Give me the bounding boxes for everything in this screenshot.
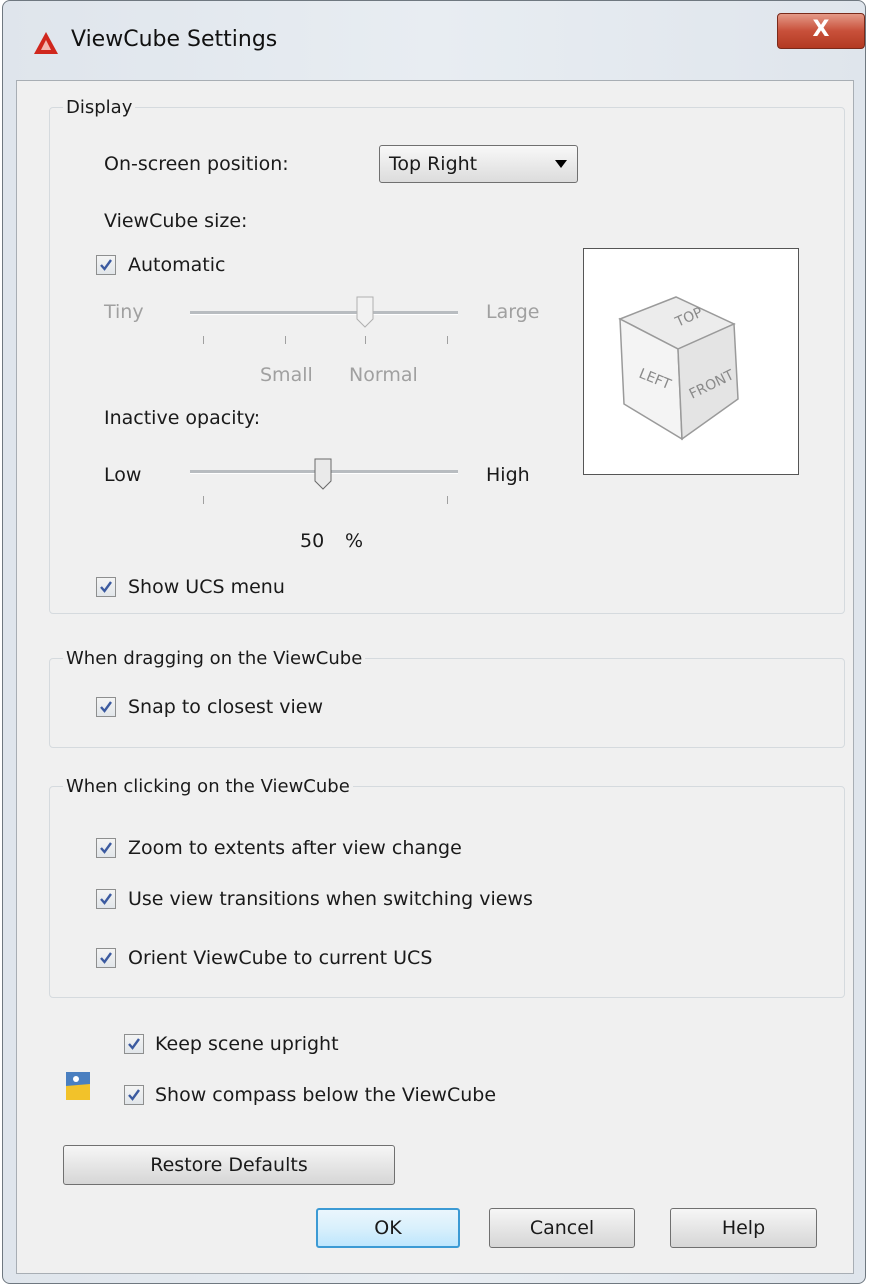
- check-icon: [100, 952, 112, 964]
- check-icon: [100, 259, 112, 271]
- opacity-tick: [447, 496, 448, 504]
- close-button[interactable]: X: [777, 13, 865, 49]
- orient-label: Orient ViewCube to current UCS: [128, 947, 433, 969]
- show-ucs-checkbox[interactable]: [96, 577, 116, 597]
- automatic-checkbox[interactable]: [96, 255, 116, 275]
- size-tick-small-label: Small: [260, 364, 313, 386]
- restore-defaults-button[interactable]: Restore Defaults: [63, 1145, 395, 1185]
- show-ucs-label: Show UCS menu: [128, 576, 285, 598]
- ok-button[interactable]: OK: [316, 1208, 460, 1248]
- snap-checkbox[interactable]: [96, 697, 116, 717]
- check-icon: [100, 581, 112, 593]
- orient-checkbox[interactable]: [96, 948, 116, 968]
- position-dropdown[interactable]: Top Right: [379, 145, 578, 183]
- window-title: ViewCube Settings: [71, 27, 278, 52]
- cancel-button[interactable]: Cancel: [489, 1208, 635, 1248]
- size-tick: [365, 336, 366, 344]
- size-label: ViewCube size:: [104, 210, 248, 232]
- size-slider-track: [190, 311, 458, 315]
- opacity-slider-thumb[interactable]: [314, 458, 332, 490]
- autocad-logo-icon: [34, 32, 58, 54]
- size-slider-thumb[interactable]: [356, 296, 374, 328]
- size-tick: [285, 336, 286, 344]
- check-icon: [100, 842, 112, 854]
- opacity-max-label: High: [486, 464, 530, 486]
- compass-icon: [66, 1072, 90, 1100]
- opacity-min-label: Low: [104, 464, 142, 486]
- check-icon: [100, 701, 112, 713]
- automatic-label: Automatic: [128, 254, 226, 276]
- opacity-unit: %: [345, 530, 364, 552]
- size-max-label: Large: [486, 301, 540, 323]
- check-icon: [128, 1038, 140, 1050]
- position-dropdown-value: Top Right: [389, 153, 478, 175]
- display-group-title: Display: [63, 97, 136, 118]
- viewcube-icon: TOP LEFT FRONT: [618, 296, 739, 441]
- size-tick: [447, 336, 448, 344]
- check-icon: [128, 1089, 140, 1101]
- opacity-label: Inactive opacity:: [104, 407, 261, 429]
- viewcube-preview: TOP LEFT FRONT: [583, 248, 799, 475]
- zoom-label: Zoom to extents after view change: [128, 837, 462, 859]
- snap-label: Snap to closest view: [128, 696, 324, 718]
- upright-checkbox[interactable]: [124, 1034, 144, 1054]
- dragging-group-title: When dragging on the ViewCube: [63, 648, 366, 669]
- zoom-checkbox[interactable]: [96, 838, 116, 858]
- upright-label: Keep scene upright: [155, 1033, 339, 1055]
- transitions-checkbox[interactable]: [96, 889, 116, 909]
- transitions-label: Use view transitions when switching view…: [128, 888, 533, 910]
- opacity-tick: [203, 496, 204, 504]
- compass-label: Show compass below the ViewCube: [155, 1084, 497, 1106]
- title-bar[interactable]: ViewCube Settings X: [3, 1, 865, 81]
- compass-checkbox[interactable]: [124, 1085, 144, 1105]
- help-button[interactable]: Help: [670, 1208, 817, 1248]
- opacity-value: 50: [300, 530, 325, 552]
- check-icon: [100, 893, 112, 905]
- size-tick-normal-label: Normal: [349, 364, 418, 386]
- size-min-label: Tiny: [104, 301, 144, 323]
- size-tick: [203, 336, 204, 344]
- chevron-down-icon: [555, 160, 567, 168]
- position-label: On-screen position:: [104, 153, 289, 175]
- clicking-group-title: When clicking on the ViewCube: [63, 776, 353, 797]
